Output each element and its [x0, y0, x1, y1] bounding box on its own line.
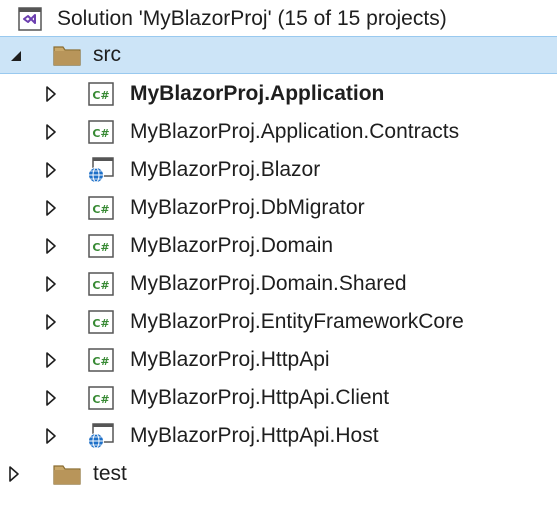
project-label: MyBlazorProj.Blazor: [130, 158, 321, 181]
folder-node-src[interactable]: src: [0, 36, 557, 74]
csharp-project-icon: C#: [87, 270, 115, 298]
svg-text:C#: C#: [92, 127, 109, 140]
folder-node-test[interactable]: test: [0, 455, 557, 493]
web-project-icon: [87, 156, 115, 184]
svg-text:C#: C#: [92, 203, 109, 216]
csharp-project-icon: C#: [87, 118, 115, 146]
project-node[interactable]: C# MyBlazorProj.Application: [0, 75, 557, 113]
svg-text:C#: C#: [92, 393, 109, 406]
project-node[interactable]: C# MyBlazorProj.Domain: [0, 227, 557, 265]
svg-text:C#: C#: [92, 279, 109, 292]
visual-studio-solution-icon: [18, 6, 44, 32]
csharp-project-icon: C#: [87, 194, 115, 222]
project-label: MyBlazorProj.DbMigrator: [130, 196, 365, 219]
collapsed-arrow-icon[interactable]: [45, 237, 57, 255]
solution-label: Solution 'MyBlazorProj' (15 of 15 projec…: [57, 7, 447, 30]
project-label: MyBlazorProj.HttpApi: [130, 348, 330, 371]
project-node[interactable]: MyBlazorProj.Blazor: [0, 151, 557, 189]
project-node[interactable]: C# MyBlazorProj.Domain.Shared: [0, 265, 557, 303]
project-node[interactable]: C# MyBlazorProj.HttpApi.Client: [0, 379, 557, 417]
csharp-project-icon: C#: [87, 346, 115, 374]
collapsed-arrow-icon[interactable]: [45, 313, 57, 331]
web-project-icon: [87, 422, 115, 450]
csharp-project-icon: C#: [87, 80, 115, 108]
project-node[interactable]: C# MyBlazorProj.Application.Contracts: [0, 113, 557, 151]
collapsed-arrow-icon[interactable]: [45, 199, 57, 217]
csharp-project-icon: C#: [87, 384, 115, 412]
svg-text:C#: C#: [92, 241, 109, 254]
project-label: MyBlazorProj.EntityFrameworkCore: [130, 310, 464, 333]
collapsed-arrow-icon[interactable]: [45, 123, 57, 141]
folder-icon: [53, 463, 81, 485]
project-node[interactable]: C# MyBlazorProj.DbMigrator: [0, 189, 557, 227]
svg-text:C#: C#: [92, 317, 109, 330]
project-label: MyBlazorProj.Application: [130, 82, 385, 105]
project-label: MyBlazorProj.HttpApi.Host: [130, 424, 379, 447]
collapsed-arrow-icon[interactable]: [45, 275, 57, 293]
project-node[interactable]: C# MyBlazorProj.EntityFrameworkCore: [0, 303, 557, 341]
folder-icon: [53, 44, 81, 66]
project-label: MyBlazorProj.Domain.Shared: [130, 272, 407, 295]
folder-label: test: [93, 462, 127, 485]
project-node[interactable]: MyBlazorProj.HttpApi.Host: [0, 417, 557, 455]
csharp-project-icon: C#: [87, 232, 115, 260]
folder-label: src: [93, 43, 121, 66]
expanded-arrow-icon[interactable]: [10, 46, 22, 64]
solution-explorer-tree: Solution 'MyBlazorProj' (15 of 15 projec…: [0, 0, 557, 514]
project-label: MyBlazorProj.Domain: [130, 234, 334, 257]
collapsed-arrow-icon[interactable]: [45, 161, 57, 179]
svg-text:C#: C#: [92, 89, 109, 102]
collapsed-arrow-icon[interactable]: [8, 465, 20, 483]
collapsed-arrow-icon[interactable]: [45, 427, 57, 445]
collapsed-arrow-icon[interactable]: [45, 351, 57, 369]
collapsed-arrow-icon[interactable]: [45, 389, 57, 407]
collapsed-arrow-icon[interactable]: [45, 85, 57, 103]
solution-node[interactable]: Solution 'MyBlazorProj' (15 of 15 projec…: [0, 0, 557, 38]
svg-text:C#: C#: [92, 355, 109, 368]
project-label: MyBlazorProj.Application.Contracts: [130, 120, 460, 143]
project-label: MyBlazorProj.HttpApi.Client: [130, 386, 390, 409]
project-node[interactable]: C# MyBlazorProj.HttpApi: [0, 341, 557, 379]
csharp-project-icon: C#: [87, 308, 115, 336]
